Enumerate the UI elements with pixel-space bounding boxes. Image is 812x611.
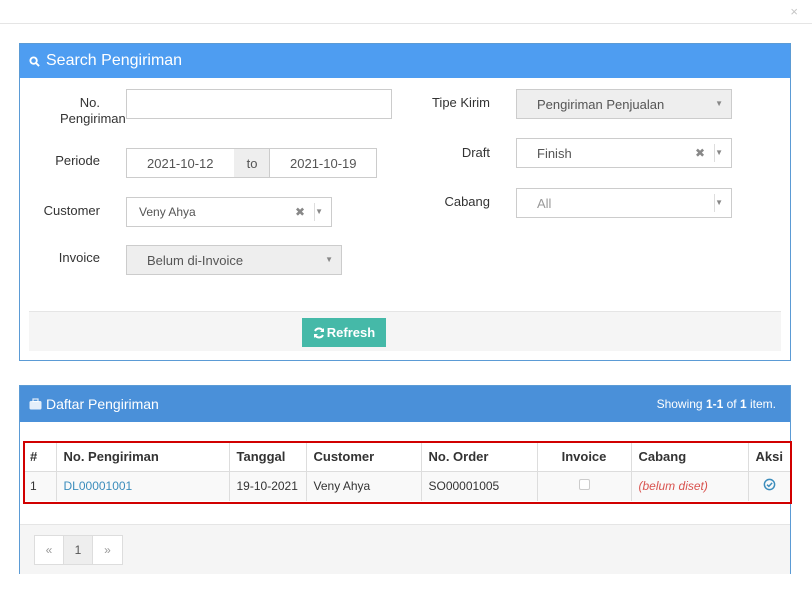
tipe-kirim-label: Tipe Kirim [431,95,490,110]
no-pengiriman-input[interactable] [126,89,392,119]
col-cabang: Cabang [631,442,749,472]
invoice-checkbox[interactable] [578,479,590,491]
pager-prev[interactable]: « [35,536,64,564]
chevron-down-icon[interactable]: ▼ [715,148,723,157]
col-no-pengiriman: No. Pengiriman [56,442,230,472]
cabang-value: All [537,195,552,211]
list-footer: « 1 » [20,524,790,574]
draft-label: Draft [461,145,490,160]
periode-to-addon: to [234,148,270,178]
cabang-label: Cabang [444,194,490,209]
tipe-kirim-select[interactable]: Pengiriman Penjualan ▼ [516,89,732,119]
chevron-down-icon[interactable]: ▼ [715,99,723,108]
customer-value: Veny Ahya [139,205,196,219]
row-no-pengiriman[interactable]: DL00001001 [56,471,230,501]
search-panel: Search Pengiriman No. Pengiriman Periode… [19,43,791,361]
search-panel-heading: Search Pengiriman [20,44,790,78]
refresh-button-label: Refresh [326,325,376,340]
row-cabang: (belum diset) [631,471,749,501]
periode-from-input[interactable]: 2021-10-12 [126,148,235,178]
clear-icon[interactable]: ✖ [695,146,705,160]
row-tanggal: 19-10-2021 [229,471,307,501]
search-footer: Refresh [29,311,781,351]
invoice-label: Invoice [58,250,100,265]
col-tanggal: Tanggal [229,442,307,472]
summary-text: Showing 1-1 of 1 item. [656,397,776,411]
table-row: 1 DL00001001 19-10-2021 Veny Ahya SO0000… [23,471,791,501]
list-panel-heading: Daftar Pengiriman Showing 1-1 of 1 item. [20,386,790,422]
no-pengiriman-label: No. Pengiriman [60,95,126,126]
row-customer: Veny Ahya [306,471,422,501]
periode-to-input[interactable]: 2021-10-19 [269,148,377,178]
pagination: « 1 » [34,535,123,565]
refresh-icon [313,327,324,338]
row-num: 1 [23,471,57,501]
row-aksi [748,471,791,501]
chevron-down-icon[interactable]: ▼ [315,207,323,216]
modal-header: × [0,0,812,24]
col-no-order: No. Order [421,442,538,472]
refresh-button[interactable]: Refresh [302,318,386,347]
tipe-kirim-value: Pengiriman Penjualan [537,96,665,112]
customer-label: Customer [43,203,100,218]
chevron-down-icon[interactable]: ▼ [325,255,333,264]
draft-select[interactable]: Finish ✖ ▼ [516,138,732,168]
close-icon[interactable]: × [790,5,798,18]
col-invoice: Invoice [537,442,632,472]
pager-page-1[interactable]: 1 [64,536,93,564]
modal: × Search Pengiriman No. Pengiriman Perio… [0,0,812,611]
search-icon [29,54,43,68]
customer-select[interactable]: Veny Ahya ✖ ▼ [126,197,332,227]
pengiriman-table: # No. Pengiriman Tanggal Customer No. Or… [23,442,791,501]
search-panel-title: Search Pengiriman [46,52,183,69]
col-aksi: Aksi [748,442,791,472]
cabang-select[interactable]: All ▼ [516,188,732,218]
col-num: # [23,442,57,472]
draft-value: Finish [537,145,572,161]
row-invoice [537,471,632,501]
invoice-value: Belum di-Invoice [147,252,244,268]
chevron-down-icon[interactable]: ▼ [715,198,723,207]
periode-label: Periode [55,153,100,168]
briefcase-icon [29,397,43,411]
row-no-order: SO00001005 [421,471,538,501]
clear-icon[interactable]: ✖ [295,205,305,219]
invoice-select[interactable]: Belum di-Invoice ▼ [126,245,342,275]
col-customer: Customer [306,442,422,472]
list-panel: Daftar Pengiriman Showing 1-1 of 1 item.… [19,385,791,574]
list-panel-title: Daftar Pengiriman [46,396,159,412]
check-circle-icon[interactable] [763,478,776,491]
table-header-row: # No. Pengiriman Tanggal Customer No. Or… [23,442,791,472]
pager-next[interactable]: » [93,536,122,564]
